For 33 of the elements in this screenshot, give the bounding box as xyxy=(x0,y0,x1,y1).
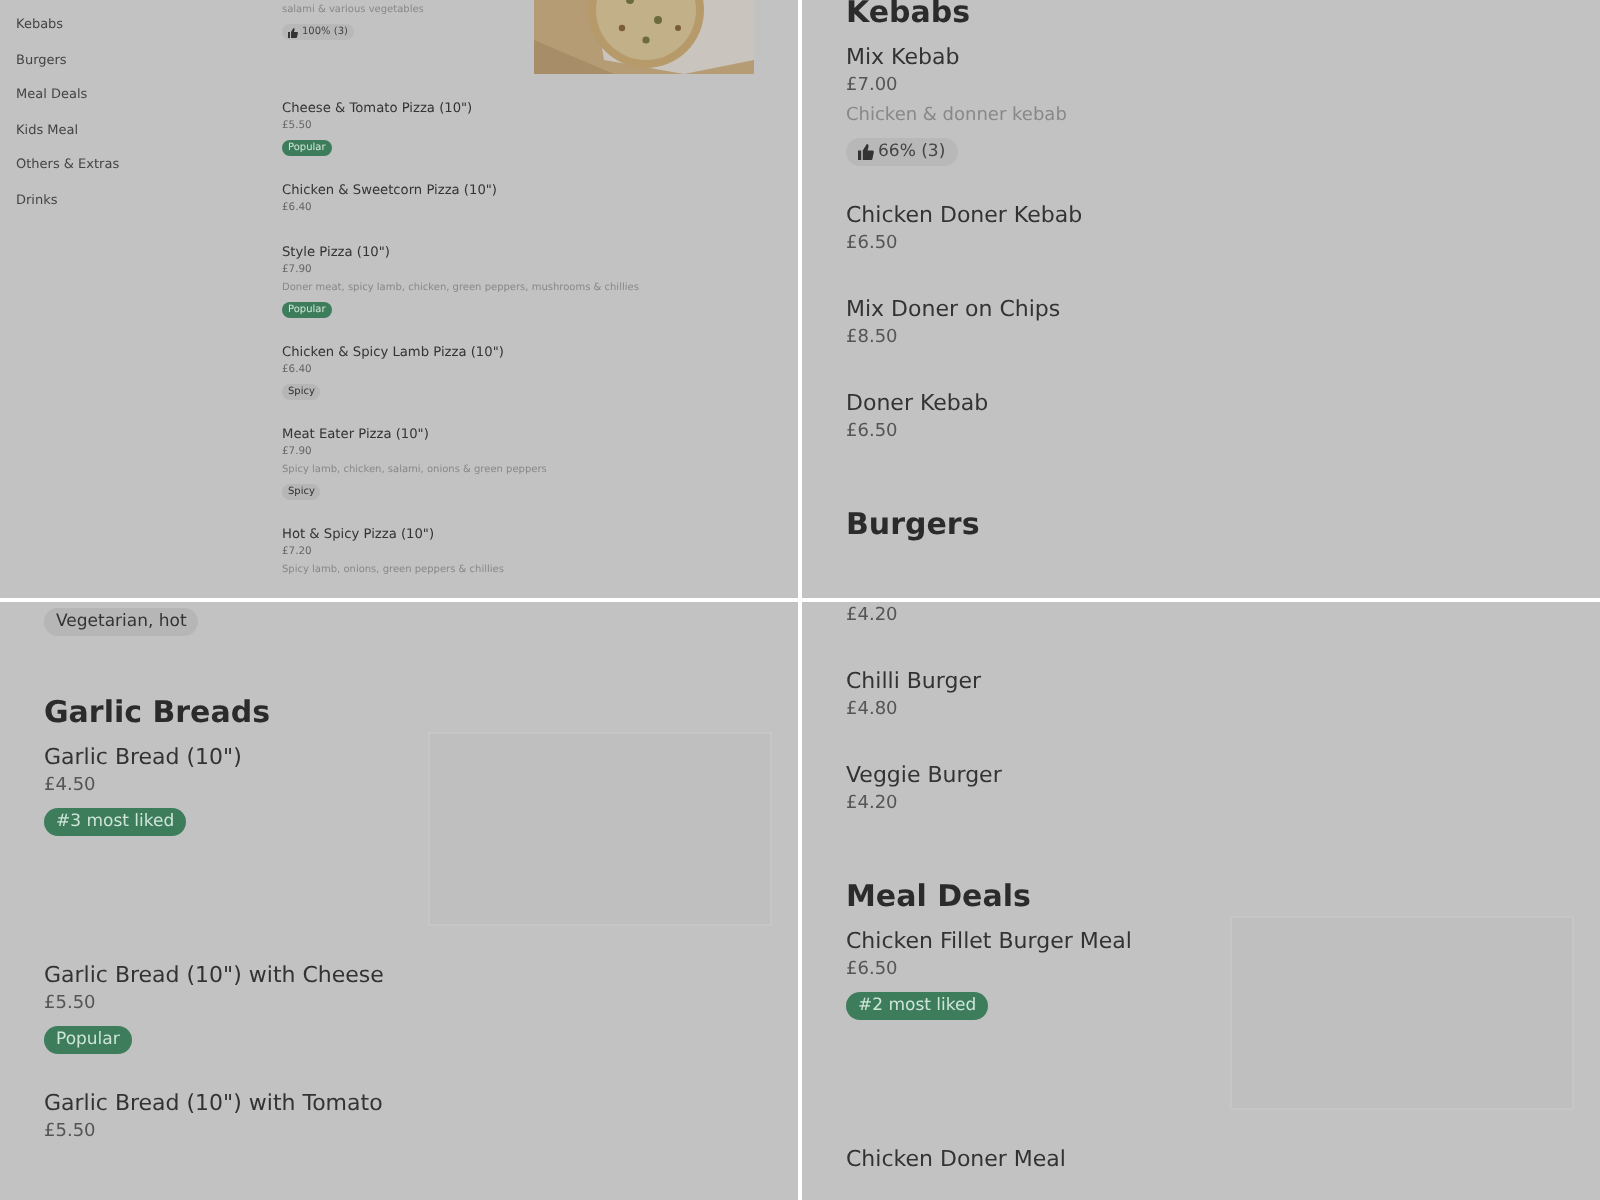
tag: #3 most liked xyxy=(44,808,187,836)
item-price: £8.50 xyxy=(846,326,898,352)
tag: #2 most liked xyxy=(846,992,989,1020)
item-name[interactable]: Veggie Burger xyxy=(846,760,1002,790)
item-name[interactable]: Chilli Burger xyxy=(846,666,981,696)
section-heading: Meal Deals xyxy=(846,878,1033,914)
item-name[interactable]: Mix Doner on Chips xyxy=(846,294,1061,324)
item-name[interactable]: Chicken Doner Meal xyxy=(846,1144,1066,1174)
section-heading: Burgers xyxy=(846,506,982,542)
item-name[interactable]: Chicken Fillet Burger Meal xyxy=(846,926,1132,956)
item-name[interactable]: Chicken Doner Kebab xyxy=(846,200,1083,230)
item-price: £7.00 xyxy=(846,74,898,100)
item-price: £4.80 xyxy=(846,698,898,724)
item-price: £6.50 xyxy=(846,232,898,258)
item-price: £4.50 xyxy=(44,774,96,800)
tag: Popular xyxy=(44,1026,132,1054)
thumbs-up-icon xyxy=(858,144,874,160)
thumbs-up-icon xyxy=(288,27,298,37)
tag: Vegetarian, hot xyxy=(44,608,199,636)
item-price: £5.50 xyxy=(44,992,96,1018)
section-heading: Garlic Breads xyxy=(44,694,273,730)
rating-badge: 66% (3) xyxy=(846,138,958,166)
item-name[interactable]: Doner Kebab xyxy=(846,388,989,418)
item-name[interactable]: Mix Kebab xyxy=(846,42,960,72)
item-name[interactable]: Garlic Bread (10") with Cheese xyxy=(44,960,384,990)
item-price: £4.20 xyxy=(846,792,898,818)
item-price: £4.20 xyxy=(846,604,898,630)
item-price: £5.50 xyxy=(44,1120,96,1146)
item-price: £6.50 xyxy=(846,420,898,446)
item-name[interactable]: Garlic Bread (10") xyxy=(44,742,242,772)
item-description: Chicken & donner kebab xyxy=(846,104,1067,130)
item-price: £6.50 xyxy=(846,958,898,984)
item-name[interactable]: Garlic Bread (10") with Tomato xyxy=(44,1088,383,1118)
